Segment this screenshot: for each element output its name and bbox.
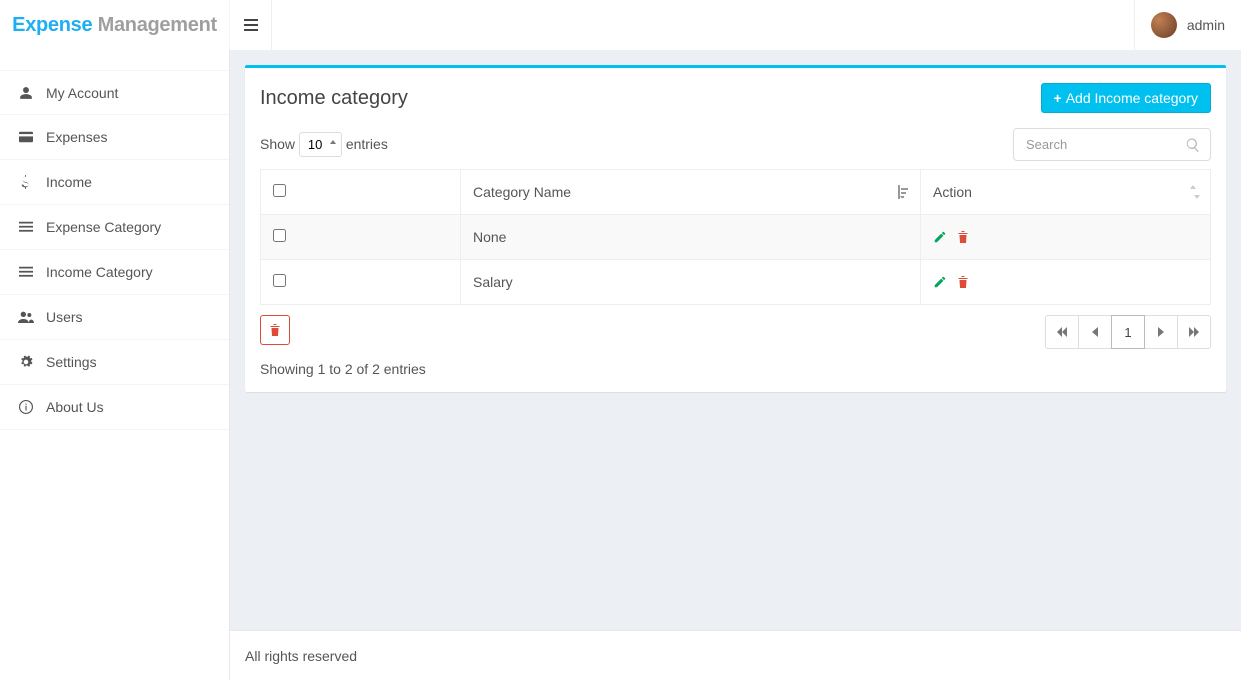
content-area: Income category + Add Income category Sh… — [230, 50, 1241, 630]
sidebar-item-expenses[interactable]: Expenses — [0, 115, 229, 160]
data-table: Category Name Action — [260, 169, 1211, 305]
entries-length-control: Show 10 entries — [260, 132, 388, 157]
sort-icon — [1190, 185, 1200, 199]
sidebar-item-expense-category[interactable]: Expense Category — [0, 205, 229, 250]
search-icon — [1185, 137, 1201, 153]
table-row: None — [261, 215, 1211, 260]
sidebar-toggle-button[interactable] — [230, 0, 272, 50]
sidebar-item-about-us[interactable]: About Us — [0, 385, 229, 430]
header: Expense Management admin — [0, 0, 1241, 50]
pagination: 1 — [1046, 315, 1211, 349]
sidebar-item-label: Settings — [46, 354, 97, 370]
logo-part2: Management — [98, 14, 217, 36]
sort-asc-icon — [898, 185, 910, 199]
users-icon — [16, 311, 36, 323]
panel: Income category + Add Income category Sh… — [245, 65, 1226, 392]
list-icon — [16, 221, 36, 233]
panel-header: Income category + Add Income category — [245, 68, 1226, 128]
sidebar-item-income[interactable]: Income — [0, 160, 229, 205]
table-footer: 1 — [260, 315, 1211, 349]
user-icon — [16, 86, 36, 100]
edit-button[interactable] — [933, 230, 947, 244]
logo-part1: Expense — [12, 14, 92, 36]
sidebar-item-label: Income — [46, 174, 92, 190]
search-wrap — [1013, 128, 1211, 161]
column-header-name-label: Category Name — [473, 184, 571, 200]
username-label: admin — [1187, 17, 1225, 33]
delete-button[interactable] — [957, 230, 969, 244]
hamburger-icon — [244, 24, 258, 26]
show-label-pre: Show — [260, 136, 295, 152]
list-icon — [16, 266, 36, 278]
page-title: Income category — [260, 87, 408, 110]
edit-button[interactable] — [933, 275, 947, 289]
avatar — [1151, 12, 1177, 38]
sidebar-item-label: Income Category — [46, 264, 153, 280]
navbar: admin — [230, 0, 1241, 50]
column-header-action[interactable]: Action — [921, 170, 1211, 215]
table-row: Salary — [261, 260, 1211, 305]
sidebar-item-label: About Us — [46, 399, 104, 415]
panel-body: Show 10 entries — [245, 128, 1226, 392]
row-checkbox[interactable] — [273, 229, 286, 242]
user-menu[interactable]: admin — [1134, 0, 1241, 50]
sidebar-item-label: Expenses — [46, 129, 107, 145]
footer: All rights reserved — [230, 630, 1241, 680]
plus-icon: + — [1054, 90, 1062, 106]
sidebar-item-label: My Account — [46, 85, 118, 101]
sidebar-item-settings[interactable]: Settings — [0, 340, 229, 385]
table-controls: Show 10 entries — [260, 128, 1211, 161]
sidebar-item-income-category[interactable]: Income Category — [0, 250, 229, 295]
sidebar-item-label: Users — [46, 309, 83, 325]
gears-icon — [16, 355, 36, 369]
search-input[interactable] — [1013, 128, 1211, 161]
sidebar-item-label: Expense Category — [46, 219, 161, 235]
pagination-last[interactable] — [1177, 315, 1211, 349]
column-header-checkbox — [261, 170, 461, 215]
bulk-delete-button[interactable] — [260, 315, 290, 345]
add-income-category-button[interactable]: + Add Income category — [1041, 83, 1211, 113]
pagination-prev[interactable] — [1078, 315, 1112, 349]
dollar-icon — [16, 175, 36, 189]
entries-select[interactable]: 10 — [299, 132, 342, 157]
add-button-label: Add Income category — [1066, 90, 1198, 106]
credit-card-icon — [16, 131, 36, 143]
logo[interactable]: Expense Management — [0, 0, 230, 50]
column-header-name[interactable]: Category Name — [461, 170, 921, 215]
row-checkbox[interactable] — [273, 274, 286, 287]
showing-entries-label: Showing 1 to 2 of 2 entries — [260, 361, 1211, 377]
pagination-first[interactable] — [1045, 315, 1079, 349]
cell-category-name: None — [461, 215, 921, 260]
sidebar: My Account Expenses Income Expense Categ… — [0, 50, 230, 680]
select-all-checkbox[interactable] — [273, 184, 286, 197]
pagination-page-1[interactable]: 1 — [1111, 315, 1145, 349]
cell-category-name: Salary — [461, 260, 921, 305]
delete-button[interactable] — [957, 275, 969, 289]
footer-text: All rights reserved — [245, 648, 357, 664]
info-icon — [16, 400, 36, 414]
sidebar-item-my-account[interactable]: My Account — [0, 70, 229, 115]
column-header-action-label: Action — [933, 184, 972, 200]
sidebar-item-users[interactable]: Users — [0, 295, 229, 340]
show-label-post: entries — [346, 136, 388, 152]
pagination-next[interactable] — [1144, 315, 1178, 349]
